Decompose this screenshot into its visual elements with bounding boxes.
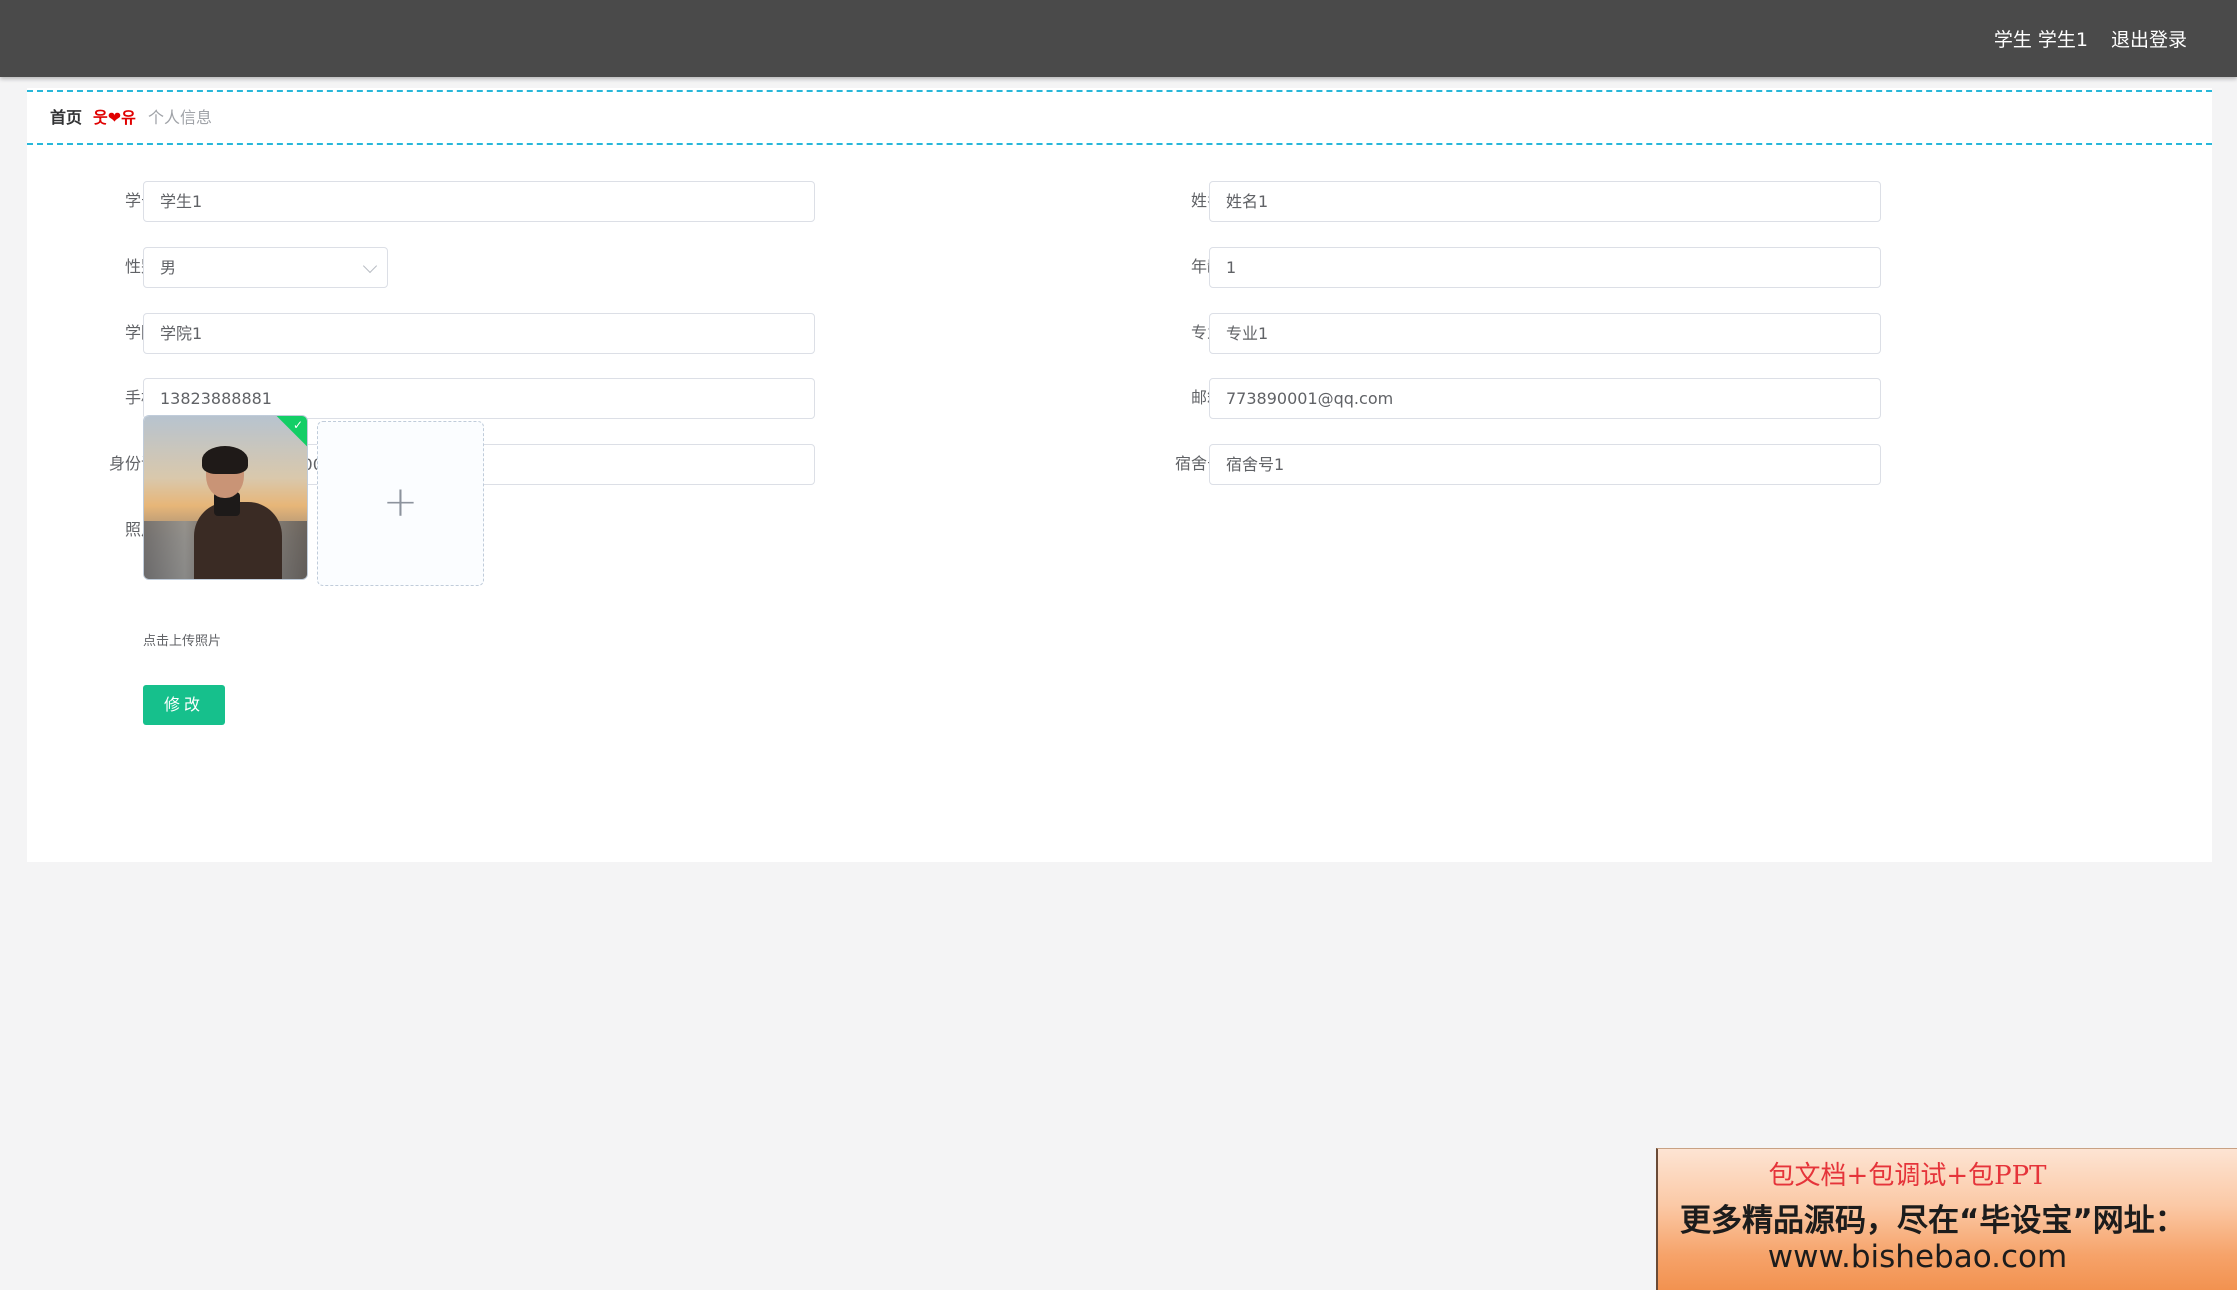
check-icon: ✓ [292, 418, 303, 432]
gender-selected-value: 男 [160, 258, 177, 277]
name-label: 姓名 [1190, 191, 1223, 210]
plus-icon: + [382, 477, 419, 526]
gender-label: 性别 [124, 257, 157, 276]
age-input[interactable]: 1 [1209, 247, 1881, 288]
photo-label: 照片 [124, 520, 157, 539]
current-user-label: 学生 学生1 [1993, 29, 2088, 51]
promo-banner: 包文档+包调试+包PPT 更多精品源码，尽在“毕设宝”网址： www.bishe… [1656, 1148, 2237, 1290]
breadcrumb-current: 个人信息 [148, 108, 213, 127]
major-label: 专业 [1190, 323, 1223, 342]
promo-line-2: 更多精品源码，尽在“毕设宝”网址： [1680, 1203, 2186, 1239]
promo-url: www.bishebao.com [1767, 1239, 2068, 1275]
breadcrumb: 首页 웃❤유 个人信息 [27, 90, 2212, 145]
age-label: 年龄 [1190, 257, 1223, 276]
chevron-down-icon [362, 258, 378, 274]
student-id-input[interactable]: 学生1 [143, 181, 815, 222]
breadcrumb-separator: 웃❤유 [93, 108, 136, 127]
dorm-label: 宿舍号 [1174, 454, 1223, 473]
uploaded-photo-thumbnail[interactable]: ✓ [143, 415, 308, 580]
student-id-label: 学号 [124, 191, 157, 210]
promo-line-1: 包文档+包调试+包PPT [1768, 1161, 2047, 1191]
email-input[interactable]: 773890001@qq.com [1209, 378, 1881, 419]
name-input[interactable]: 姓名1 [1209, 181, 1881, 222]
photo-upload-button[interactable]: + [317, 421, 484, 586]
college-label: 学院 [124, 323, 157, 342]
upload-hint-text: 点击上传照片 [143, 634, 222, 649]
phone-input[interactable]: 13823888881 [143, 378, 815, 419]
submit-modify-button[interactable]: 修改 [143, 685, 225, 725]
photo-person-hair [202, 446, 248, 474]
email-label: 邮箱 [1190, 388, 1223, 407]
breadcrumb-home[interactable]: 首页 [50, 108, 82, 128]
id-card-label: 身份证 [108, 454, 157, 473]
logout-link[interactable]: 退出登录 [2111, 25, 2187, 52]
phone-label: 手机 [124, 388, 157, 407]
dorm-input[interactable]: 宿舍号1 [1209, 444, 1881, 485]
college-input[interactable]: 学院1 [143, 313, 815, 354]
top-navbar: 学生 学生1 退出登录 [0, 0, 2237, 77]
major-input[interactable]: 专业1 [1209, 313, 1881, 354]
gender-select[interactable]: 男 [143, 247, 388, 288]
